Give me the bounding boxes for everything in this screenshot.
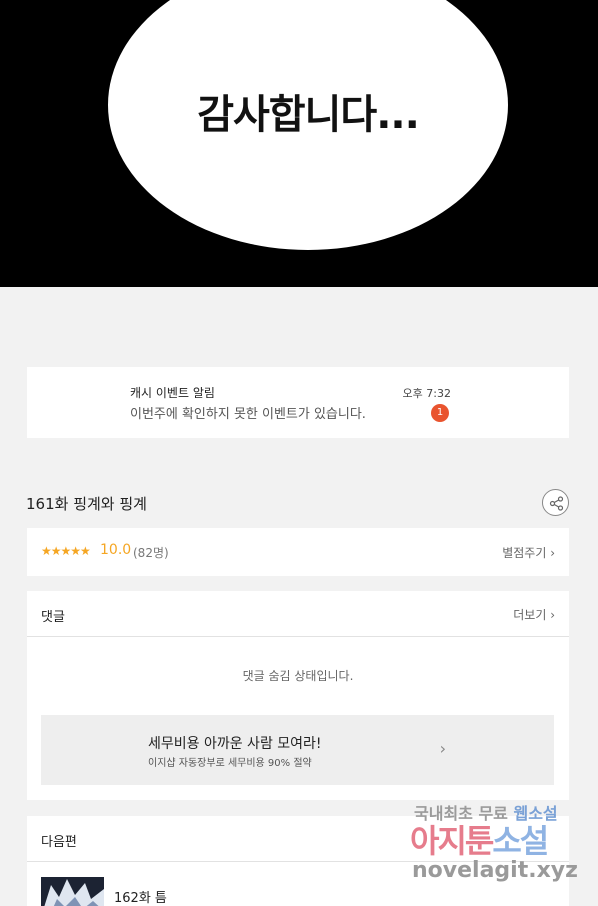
comments-hidden-message: 댓글 숨김 상태입니다. bbox=[242, 669, 354, 683]
notice-badge: 1 bbox=[431, 404, 449, 422]
chevron-right-icon: › bbox=[439, 739, 446, 758]
rating-score: 10.0 bbox=[100, 542, 132, 558]
promo-subtitle: 이지샵 자동장부로 세무비용 90% 절약 bbox=[148, 758, 312, 769]
notice-title: 캐시 이벤트 알림 bbox=[130, 386, 215, 400]
comments-header: 댓글 더보기 › bbox=[27, 591, 569, 637]
next-title: 다음편 bbox=[41, 835, 77, 850]
comments-section: 댓글 더보기 › 댓글 숨김 상태입니다. 세무비용 아까운 사람 모여라! 이… bbox=[27, 591, 569, 800]
rating-count: (82명) bbox=[133, 546, 169, 560]
next-episode-title: 162화 틈 bbox=[114, 891, 167, 906]
notice-message: 이번주에 확인하지 못한 이벤트가 있습니다. bbox=[130, 407, 366, 422]
comic-panel: 감사합니다... bbox=[0, 0, 598, 287]
site-watermark: 국내최초 무료 웹소설 아지툰소설 novelagit.xyz bbox=[408, 798, 588, 888]
rating-stars: ★★★★★ bbox=[41, 544, 91, 558]
rate-button[interactable]: 별점주기 › bbox=[502, 544, 555, 561]
cash-event-notice[interactable]: 캐시 이벤트 알림 이번주에 확인하지 못한 이벤트가 있습니다. 오후 7:3… bbox=[27, 367, 569, 438]
share-icon bbox=[549, 496, 564, 511]
episode-thumbnail bbox=[41, 877, 104, 906]
episode-title: 161화 핑계와 핑계 bbox=[26, 495, 147, 513]
speech-bubble-text: 감사합니다... bbox=[197, 92, 420, 138]
rating-bar: ★★★★★ 10.0 (82명) 별점주기 › bbox=[27, 528, 569, 576]
promo-banner[interactable]: 세무비용 아까운 사람 모여라! 이지샵 자동장부로 세무비용 90% 절약 › bbox=[41, 715, 554, 785]
promo-title: 세무비용 아까운 사람 모여라! bbox=[148, 736, 322, 752]
watermark-url: novelagit.xyz bbox=[412, 858, 578, 883]
share-button[interactable] bbox=[542, 489, 569, 516]
watermark-logo: 아지툰소설 bbox=[410, 822, 549, 860]
notice-time: 오후 7:32 bbox=[402, 387, 451, 400]
comments-more-link[interactable]: 더보기 › bbox=[513, 606, 555, 623]
comments-title: 댓글 bbox=[41, 610, 65, 625]
